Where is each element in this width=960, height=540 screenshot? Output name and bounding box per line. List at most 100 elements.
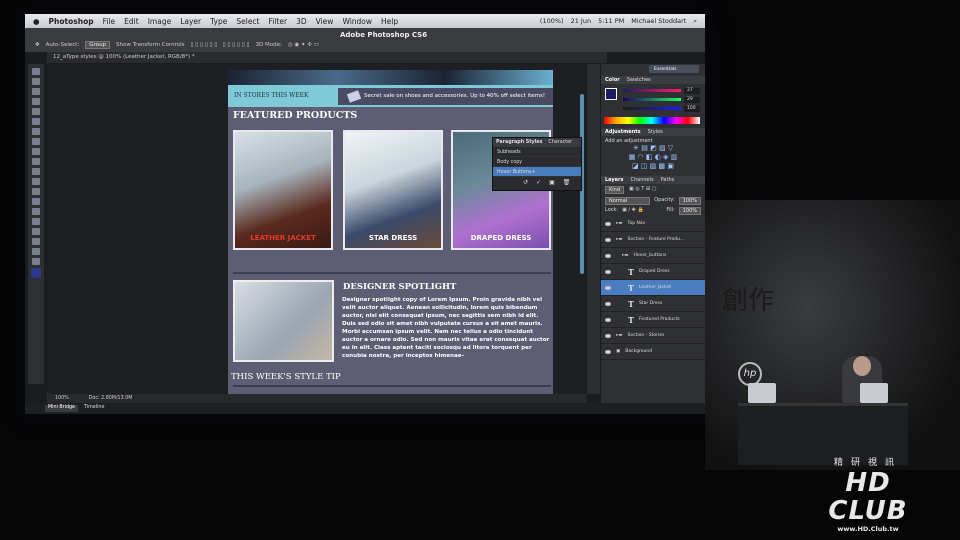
zoom-tool-icon[interactable] — [32, 258, 40, 265]
menu-3d[interactable]: 3D — [296, 17, 307, 26]
clear-override-icon[interactable]: ↺ — [523, 179, 528, 186]
doc-size[interactable]: Doc: 2.80M/13.0M — [89, 396, 133, 401]
blue-value[interactable]: 100 — [684, 106, 700, 112]
align-icons[interactable]: ▯ ▯ ▯ ▯ ▯ ▯ ▯ ▯ ▯ ▯ ▯ ▯ — [191, 42, 250, 48]
menu-select[interactable]: Select — [236, 17, 259, 26]
menu-edit[interactable]: Edit — [124, 17, 139, 26]
tab-timeline[interactable]: Timeline — [84, 405, 104, 412]
layer-row[interactable]: T Draped Dress — [601, 264, 705, 280]
visibility-eye-icon[interactable] — [605, 285, 611, 290]
style-subheads[interactable]: Subheads — [493, 147, 581, 157]
foreground-color-swatch[interactable] — [605, 88, 617, 100]
eraser-tool-icon[interactable] — [32, 168, 40, 175]
tab-paths[interactable]: Paths — [661, 177, 675, 183]
new-style-icon[interactable]: ▣ — [549, 179, 555, 186]
visibility-eye-icon[interactable] — [605, 301, 611, 306]
hand-tool-icon[interactable] — [32, 248, 40, 255]
color-swatches-icon[interactable] — [31, 268, 41, 278]
history-brush-icon[interactable] — [32, 158, 40, 165]
path-select-icon[interactable] — [32, 228, 40, 235]
gradient-tool-icon[interactable] — [32, 178, 40, 185]
stamp-tool-icon[interactable] — [32, 148, 40, 155]
layer-row[interactable]: T Star Dress — [601, 296, 705, 312]
pen-tool-icon[interactable] — [32, 208, 40, 215]
user-name[interactable]: Michael Stoddart — [631, 17, 686, 26]
menu-window[interactable]: Window — [342, 17, 372, 26]
menu-help[interactable]: Help — [381, 17, 398, 26]
document-tab[interactable]: 12_aType styles @ 100% (Leather Jacket, … — [47, 52, 607, 63]
layer-filter-kind[interactable]: Kind — [605, 186, 625, 194]
healing-tool-icon[interactable] — [32, 128, 40, 135]
blur-tool-icon[interactable] — [32, 188, 40, 195]
tab-channels[interactable]: Channels — [631, 177, 654, 183]
color-spectrum[interactable] — [604, 117, 700, 124]
menu-view[interactable]: View — [316, 17, 334, 26]
product-leather-jacket[interactable]: LEATHER JACKET — [233, 130, 333, 250]
document-canvas[interactable]: IN STORES THIS WEEK Secret sale on shoes… — [228, 70, 553, 398]
3d-mode-icons[interactable]: ◎ ◉ ✦ ✣ ▭ — [288, 42, 319, 48]
lasso-tool-icon[interactable] — [32, 88, 40, 95]
style-body-copy[interactable]: Body copy — [493, 157, 581, 167]
visibility-eye-icon[interactable] — [605, 333, 611, 338]
layer-row[interactable]: T Leather Jacket — [601, 280, 705, 296]
apple-icon[interactable]: ● — [33, 17, 40, 26]
style-hover-buttons[interactable]: Hover Buttons+ — [493, 167, 581, 177]
tab-swatches[interactable]: Swatches — [627, 77, 651, 83]
green-slider[interactable] — [623, 98, 681, 101]
tab-mini-bridge[interactable]: Mini Bridge — [45, 405, 79, 412]
crop-tool-icon[interactable] — [32, 108, 40, 115]
move-tool-icon[interactable]: ✥ — [35, 42, 40, 48]
visibility-eye-icon[interactable] — [605, 253, 611, 258]
workspace-switcher[interactable]: Essentials — [649, 65, 699, 73]
layer-row[interactable]: ▸▬ Hover_buttons — [601, 248, 705, 264]
tab-character[interactable]: Character — [548, 140, 572, 145]
tab-paragraph-styles[interactable]: Paragraph Styles — [496, 140, 542, 145]
red-value[interactable]: 27 — [684, 88, 700, 94]
commit-icon[interactable]: ✓ — [536, 179, 541, 186]
move-tool-icon[interactable] — [32, 68, 40, 75]
lock-icons[interactable]: ▣ ∕ ✥ 🔒 — [622, 207, 644, 215]
layer-row[interactable]: T Featured Products — [601, 312, 705, 328]
trash-icon[interactable]: 🗑 — [563, 179, 571, 186]
layer-row[interactable]: ▣ Background — [601, 344, 705, 360]
filter-icons[interactable]: ▣ ◎ T ⊞ ▢ — [629, 186, 656, 194]
quick-select-tool-icon[interactable] — [32, 98, 40, 105]
blue-slider[interactable] — [623, 107, 681, 110]
brush-tool-icon[interactable] — [32, 138, 40, 145]
shape-tool-icon[interactable] — [32, 238, 40, 245]
red-slider[interactable] — [623, 89, 681, 92]
menu-file[interactable]: File — [103, 17, 116, 26]
tab-styles[interactable]: Styles — [648, 129, 663, 135]
visibility-eye-icon[interactable] — [605, 349, 611, 354]
group-select[interactable]: Group — [85, 41, 111, 49]
menu-app[interactable]: Photoshop — [49, 17, 94, 26]
blend-mode-select[interactable]: Normal — [605, 197, 651, 205]
menu-filter[interactable]: Filter — [269, 17, 288, 26]
visibility-eye-icon[interactable] — [605, 269, 611, 274]
type-tool-icon[interactable] — [32, 218, 40, 225]
layer-row[interactable]: ▸▬ Section - Stories — [601, 328, 705, 344]
dodge-tool-icon[interactable] — [32, 198, 40, 205]
layer-row[interactable]: ▸▬ Top Nav — [601, 216, 705, 232]
zoom-level[interactable]: 100% — [55, 396, 69, 401]
menu-image[interactable]: Image — [148, 17, 172, 26]
visibility-eye-icon[interactable] — [605, 317, 611, 322]
tab-layers[interactable]: Layers — [605, 177, 624, 183]
visibility-eye-icon[interactable] — [605, 221, 611, 226]
fill-input[interactable]: 100% — [678, 207, 701, 215]
auto-select-checkbox[interactable]: Auto-Select: — [46, 42, 80, 48]
eyedropper-tool-icon[interactable] — [32, 118, 40, 125]
visibility-eye-icon[interactable] — [605, 237, 611, 242]
transform-controls-checkbox[interactable]: Show Transform Controls — [116, 42, 184, 48]
menu-layer[interactable]: Layer — [180, 17, 201, 26]
layer-row[interactable]: ▸▬ Section - Feature Produ... — [601, 232, 705, 248]
tab-adjustments[interactable]: Adjustments — [605, 129, 641, 135]
spotlight-search-icon[interactable]: ⌕ — [693, 17, 697, 26]
adjustment-icons[interactable]: ☀ ▤ ◩ ▨ ▽ ▦ ◠ ◧ ◐ ◈ ▥ ◪ ◫ ▧ ▩ ▣ — [605, 144, 701, 171]
marquee-tool-icon[interactable] — [32, 78, 40, 85]
tab-color[interactable]: Color — [605, 77, 620, 83]
menu-type[interactable]: Type — [210, 17, 227, 26]
opacity-input[interactable]: 100% — [678, 197, 701, 205]
product-star-dress[interactable]: STAR DRESS — [343, 130, 443, 250]
green-value[interactable]: 29 — [684, 97, 700, 103]
